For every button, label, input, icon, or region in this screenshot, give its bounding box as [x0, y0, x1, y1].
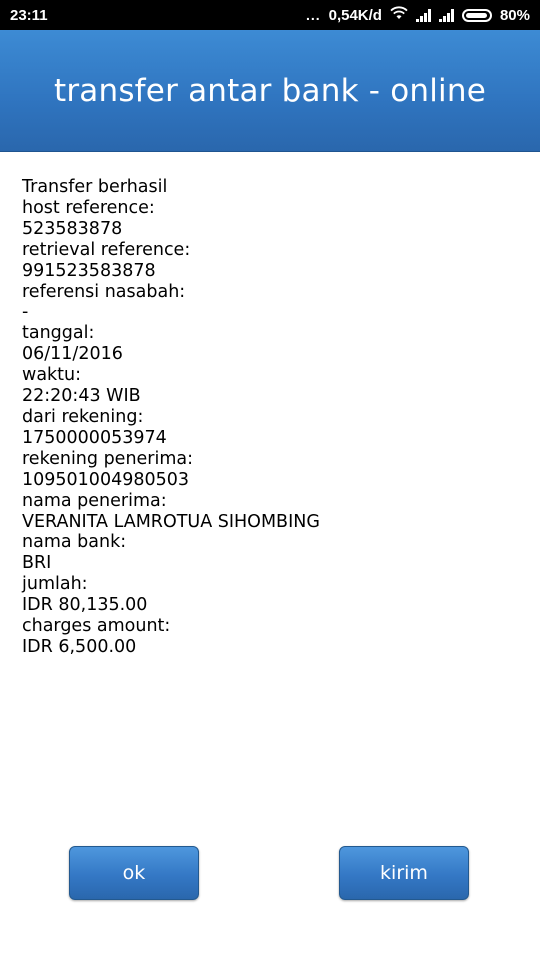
signal-icon [438, 8, 454, 22]
status-time: 23:11 [10, 6, 48, 24]
receipt-line: dari rekening: [22, 406, 144, 427]
receipt-line: 1750000053974 [22, 427, 167, 448]
battery-level: 80% [499, 6, 530, 24]
receipt-line: 991523583878 [22, 260, 156, 281]
network-speed: 0,54K/d [328, 6, 382, 24]
status-bar: 23:11 ... 0,54K/d 80% [0, 0, 540, 30]
status-right: ... 0,54K/d 80% [306, 6, 530, 24]
wifi-icon [390, 6, 408, 24]
receipt-line: VERANITA LAMROTUA SIHOMBING [22, 511, 320, 532]
ok-button[interactable]: ok [69, 846, 199, 900]
receipt-line: waktu: [22, 365, 82, 386]
receipt-line: IDR 6,500.00 [22, 636, 137, 657]
receipt-line: 22:20:43 WIB [22, 386, 141, 407]
receipt-line: charges amount: [22, 616, 171, 637]
receipt-line: tanggal: [22, 323, 95, 344]
receipt-line: BRI [22, 553, 52, 574]
page-title: transfer antar bank - online [53, 72, 486, 109]
receipt-line: jumlah: [22, 574, 88, 595]
receipt-line: 06/11/2016 [22, 344, 123, 365]
receipt-line: - [22, 302, 29, 323]
receipt-line: 109501004980503 [22, 469, 190, 490]
receipt-line: host reference: [22, 197, 155, 218]
battery-icon [461, 8, 492, 22]
receipt-line: nama bank: [22, 532, 127, 553]
receipt-line: retrieval reference: [22, 239, 191, 260]
receipt-line: 523583878 [22, 218, 123, 239]
transfer-receipt: Transfer berhasil host reference: 52358387… [22, 177, 522, 658]
app-header: transfer antar bank - online [0, 30, 540, 152]
status-dots: ... [305, 7, 321, 23]
receipt-line: referensi nasabah: [22, 281, 186, 302]
receipt-line: nama penerima: [22, 490, 167, 511]
receipt-line: Transfer berhasil [22, 177, 168, 197]
signal-icon [415, 8, 431, 22]
kirim-button[interactable]: kirim [339, 846, 469, 900]
receipt-line: rekening penerima: [22, 448, 194, 469]
receipt-line: IDR 80,135.00 [22, 595, 148, 616]
